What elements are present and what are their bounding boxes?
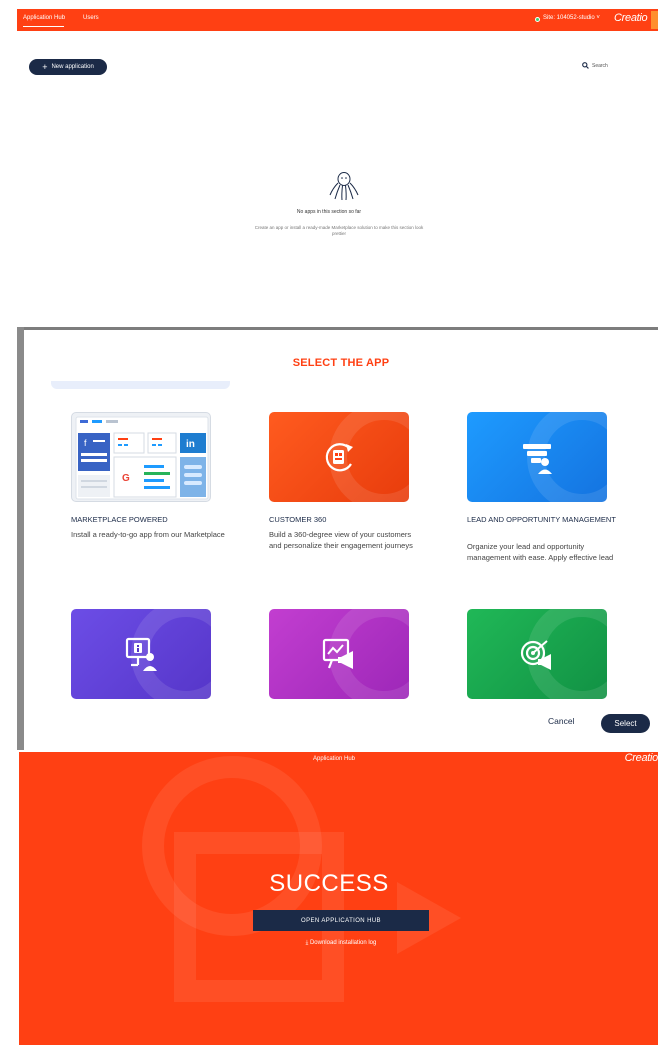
google-icon: G xyxy=(122,473,130,484)
download-log-label: Download installation log xyxy=(309,940,377,946)
active-tab-underline xyxy=(23,26,64,27)
dialog-title: SELECT THE APP xyxy=(292,357,390,369)
card-app-presentation[interactable] xyxy=(71,609,211,699)
success-title: SUCCESS xyxy=(269,870,389,897)
card-title-lead-opportunity: LEAD AND OPPORTUNITY MANAGEMENT xyxy=(467,515,616,524)
cancel-button[interactable]: Cancel xyxy=(548,716,574,726)
success-header: Application Hub xyxy=(312,756,356,762)
chevron-down-icon: ˅ xyxy=(596,15,600,21)
card-marketplace-powered[interactable]: f in G xyxy=(71,412,211,502)
card-desc-lead-opportunity: Organize your lead and opportunity manag… xyxy=(467,542,614,562)
presentation-info-icon xyxy=(125,637,157,671)
open-application-hub-button[interactable]: OPEN APPLICATION HUB xyxy=(253,910,429,931)
application-hub-screen: Application Hub Users Site: 104052-studi… xyxy=(0,0,658,326)
logo-accent xyxy=(651,11,658,29)
select-button[interactable]: Select xyxy=(601,714,650,733)
download-installation-log-link[interactable]: ⤓ Download installation log xyxy=(19,940,658,947)
site-status-icon xyxy=(535,17,540,22)
plus-icon: + xyxy=(42,61,48,72)
lead-funnel-icon xyxy=(523,444,552,474)
marketing-screen-icon xyxy=(322,638,353,669)
top-bar: Application Hub Users Site: 104052-studi… xyxy=(17,9,658,31)
select-app-dialog: SELECT THE APP f in G MARKETPLACE POWERE… xyxy=(24,333,658,750)
success-screen: Application Hub Creatio SUCCESS OPEN APP… xyxy=(19,752,658,1045)
search-label: Search xyxy=(592,62,608,69)
progress-indicator xyxy=(51,381,230,389)
card-title-marketplace: MARKETPLACE POWERED xyxy=(71,515,168,524)
site-label: Site: 104052-studio xyxy=(543,15,595,21)
site-selector[interactable]: Site: 104052-studio ˅ xyxy=(543,15,600,21)
tab-application-hub[interactable]: Application Hub xyxy=(23,15,65,21)
card-app-marketing[interactable] xyxy=(269,609,409,699)
target-megaphone-icon xyxy=(520,640,551,670)
card-desc-customer-360: Build a 360-degree view of your customer… xyxy=(269,530,413,550)
new-application-button[interactable]: + New application xyxy=(29,59,107,75)
creatio-logo: Creatio xyxy=(614,12,648,24)
backdrop xyxy=(17,327,658,330)
search-icon xyxy=(582,62,589,69)
creatio-logo: Creatio xyxy=(624,752,658,764)
tab-users[interactable]: Users xyxy=(83,15,99,21)
card-desc-marketplace: Install a ready-to-go app from our Marke… xyxy=(71,530,225,539)
card-customer-360[interactable] xyxy=(269,412,409,502)
download-icon: ⤓ xyxy=(305,940,309,946)
empty-state-title: No apps in this section so far xyxy=(296,209,362,215)
card-app-targeting[interactable] xyxy=(467,609,607,699)
select-app-dialog-area: SELECT THE APP f in G MARKETPLACE POWERE… xyxy=(17,327,658,750)
customer-360-icon xyxy=(325,443,353,472)
backdrop-edge xyxy=(17,327,24,750)
card-title-customer-360: CUSTOMER 360 xyxy=(269,515,327,524)
octopus-icon xyxy=(329,172,359,201)
empty-state-text: Create an app or install a ready-made Ma… xyxy=(254,225,424,236)
marketplace-collage: f in G xyxy=(75,416,209,500)
linkedin-icon: in xyxy=(186,439,195,450)
search-button[interactable]: Search xyxy=(582,62,608,69)
card-lead-opportunity[interactable] xyxy=(467,412,607,502)
new-application-label: New application xyxy=(51,64,94,70)
